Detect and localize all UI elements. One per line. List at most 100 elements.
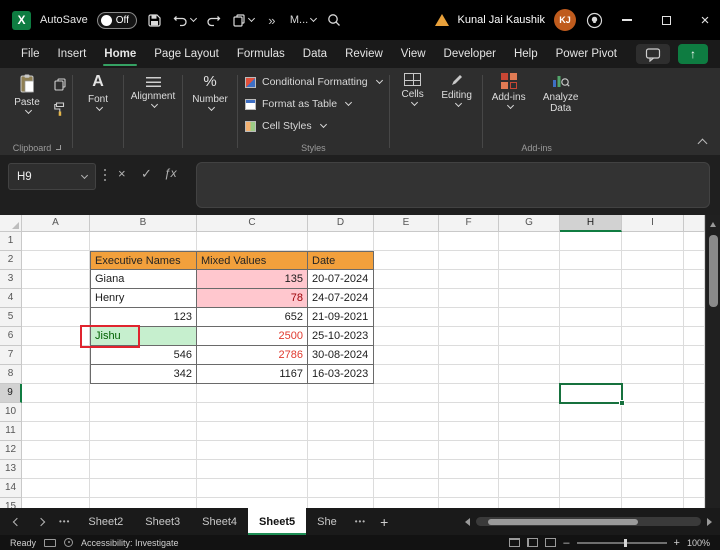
menu-tab-developer[interactable]: Developer xyxy=(435,40,505,68)
cell-B12[interactable] xyxy=(90,441,197,460)
copilot-button[interactable] xyxy=(585,7,603,33)
cell-x3[interactable] xyxy=(684,270,705,289)
scroll-right-arrow-icon[interactable] xyxy=(707,517,712,526)
cell-E3[interactable] xyxy=(374,270,439,289)
menu-tab-data[interactable]: Data xyxy=(294,40,336,68)
autosave-toggle[interactable]: Off xyxy=(96,11,137,29)
sheet-tab-sheet2[interactable]: Sheet2 xyxy=(77,508,134,535)
row-header-10[interactable]: 10 xyxy=(0,403,22,422)
row-header-2[interactable]: 2 xyxy=(0,251,22,270)
copy-button[interactable] xyxy=(232,7,255,33)
cell-I6[interactable] xyxy=(622,327,684,346)
cell-E12[interactable] xyxy=(374,441,439,460)
vertical-scrollbar[interactable] xyxy=(705,215,720,508)
cell-F3[interactable] xyxy=(439,270,499,289)
zoom-slider-thumb[interactable] xyxy=(623,538,627,547)
cell-B6[interactable]: Jishu xyxy=(90,327,197,346)
analyze-data-button[interactable]: Analyze Data xyxy=(533,68,589,114)
cell-G11[interactable] xyxy=(499,422,560,441)
menu-tab-power-pivot[interactable]: Power Pivot xyxy=(547,40,626,68)
accessibility-icon[interactable] xyxy=(64,538,74,547)
cell-E14[interactable] xyxy=(374,479,439,498)
cell-D14[interactable] xyxy=(308,479,374,498)
minimize-button[interactable] xyxy=(612,0,642,40)
undo-button[interactable] xyxy=(173,7,197,33)
cell-A3[interactable] xyxy=(22,270,90,289)
row-header-9[interactable]: 9 xyxy=(0,384,22,403)
normal-view-button[interactable] xyxy=(509,538,521,547)
cell-A1[interactable] xyxy=(22,232,90,251)
row-header-14[interactable]: 14 xyxy=(0,479,22,498)
cell-C11[interactable] xyxy=(197,422,308,441)
cell-H7[interactable] xyxy=(560,346,622,365)
row-header-6[interactable]: 6 xyxy=(0,327,22,346)
cell-B2[interactable]: Executive Names xyxy=(90,251,197,270)
column-header-B[interactable]: B xyxy=(90,215,197,232)
excel-logo-icon[interactable]: X xyxy=(12,10,31,30)
cell-D1[interactable] xyxy=(308,232,374,251)
cell-C5[interactable]: 652 xyxy=(197,308,308,327)
cell-x13[interactable] xyxy=(684,460,705,479)
row-header-12[interactable]: 12 xyxy=(0,441,22,460)
cell-x14[interactable] xyxy=(684,479,705,498)
cell-I15[interactable] xyxy=(622,498,684,508)
cell-G3[interactable] xyxy=(499,270,560,289)
cell-E8[interactable] xyxy=(374,365,439,384)
column-header-F[interactable]: F xyxy=(439,215,499,232)
cell-H11[interactable] xyxy=(560,422,622,441)
cell-x7[interactable] xyxy=(684,346,705,365)
cell-B9[interactable] xyxy=(90,384,197,403)
column-header-C[interactable]: C xyxy=(197,215,308,232)
cell-D3[interactable]: 20-07-2024 xyxy=(308,270,374,289)
prev-sheet-button[interactable] xyxy=(6,508,28,535)
cell-x1[interactable] xyxy=(684,232,705,251)
share-button[interactable]: ↑ xyxy=(678,44,708,64)
row-header-11[interactable]: 11 xyxy=(0,422,22,441)
cell-styles-button[interactable]: Cell Styles xyxy=(240,115,387,137)
cell-A13[interactable] xyxy=(22,460,90,479)
cell-x10[interactable] xyxy=(684,403,705,422)
row-header-15[interactable]: 15 xyxy=(0,498,22,508)
cell-H8[interactable] xyxy=(560,365,622,384)
user-name[interactable]: Kunal Jai Kaushik xyxy=(458,14,545,26)
formula-input[interactable] xyxy=(196,162,710,208)
font-button[interactable]: A Font xyxy=(75,68,121,112)
cell-x9[interactable] xyxy=(684,384,705,403)
warning-icon[interactable] xyxy=(434,14,449,26)
cell-H15[interactable] xyxy=(560,498,622,508)
row-header-3[interactable]: 3 xyxy=(0,270,22,289)
sheet-tab-sheet3[interactable]: Sheet3 xyxy=(134,508,191,535)
cell-G9[interactable] xyxy=(499,384,560,403)
horizontal-scrollbar[interactable] xyxy=(465,508,714,535)
cell-H10[interactable] xyxy=(560,403,622,422)
cell-x12[interactable] xyxy=(684,441,705,460)
cancel-button[interactable]: × xyxy=(118,166,126,181)
cell-D15[interactable] xyxy=(308,498,374,508)
cell-H13[interactable] xyxy=(560,460,622,479)
cell-F10[interactable] xyxy=(439,403,499,422)
zoom-level[interactable]: 100% xyxy=(687,538,710,548)
cell-A4[interactable] xyxy=(22,289,90,308)
cell-C2[interactable]: Mixed Values xyxy=(197,251,308,270)
cell-C4[interactable]: 78 xyxy=(197,289,308,308)
column-header-I[interactable]: I xyxy=(622,215,684,232)
cell-C7[interactable]: 2786 xyxy=(197,346,308,365)
cell-x4[interactable] xyxy=(684,289,705,308)
cell-F11[interactable] xyxy=(439,422,499,441)
cell-B3[interactable]: Giana xyxy=(90,270,197,289)
cell-G2[interactable] xyxy=(499,251,560,270)
cell-B15[interactable] xyxy=(90,498,197,508)
cell-H14[interactable] xyxy=(560,479,622,498)
cell-H4[interactable] xyxy=(560,289,622,308)
cell-E15[interactable] xyxy=(374,498,439,508)
column-header-G[interactable]: G xyxy=(499,215,560,232)
cell-A8[interactable] xyxy=(22,365,90,384)
cell-I14[interactable] xyxy=(622,479,684,498)
cell-F12[interactable] xyxy=(439,441,499,460)
fill-handle[interactable] xyxy=(619,400,625,406)
cell-E5[interactable] xyxy=(374,308,439,327)
keyboard-icon[interactable] xyxy=(44,538,57,547)
row-header-13[interactable]: 13 xyxy=(0,460,22,479)
copy-small-button[interactable] xyxy=(53,77,67,91)
vertical-scroll-thumb[interactable] xyxy=(709,235,718,307)
